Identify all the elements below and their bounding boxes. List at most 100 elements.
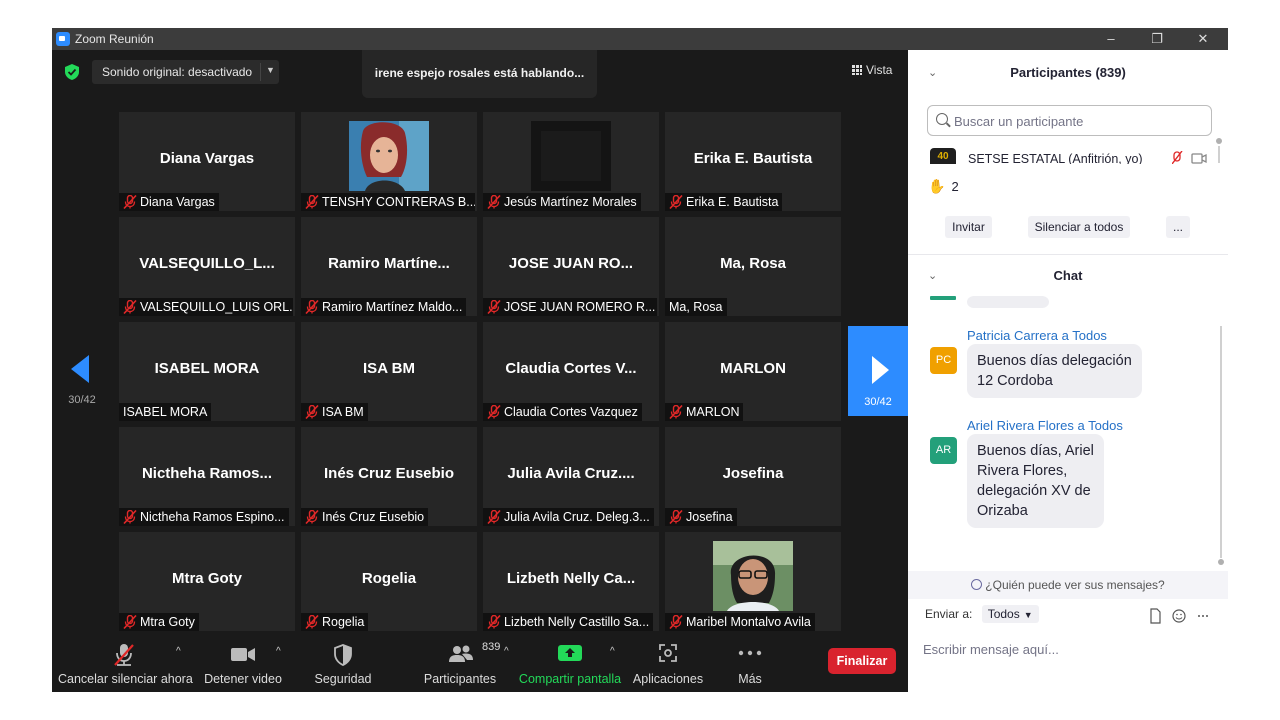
stop-video-button[interactable]: ^ Detener video [202, 636, 284, 692]
search-input[interactable] [954, 111, 1204, 131]
avatar: 40 [930, 148, 956, 164]
participant-display-name: Josefina [722, 465, 784, 482]
zoom-app-icon [56, 32, 70, 46]
view-button[interactable]: Vista [852, 63, 892, 77]
participant-name-label: Lizbeth Nelly Castillo Sa... [504, 615, 650, 629]
participant-tile[interactable]: Lizbeth Nelly Ca... Lizbeth Nelly Castill… [483, 532, 659, 631]
participant-search[interactable] [927, 105, 1212, 136]
message-line: Buenos días delegación [977, 353, 1132, 369]
chevron-down-icon[interactable]: ⌄ [928, 58, 937, 88]
close-button[interactable]: ✕ [1180, 28, 1226, 50]
scrollbar[interactable] [1216, 138, 1222, 163]
participant-tile[interactable]: Mtra Goty Mtra Goty [119, 532, 295, 631]
participant-name-label: ISABEL MORA [123, 405, 208, 419]
participant-name-tag: Jesús Martínez Morales [483, 193, 641, 211]
participant-name-label: Maribel Montalvo Avila [686, 615, 811, 629]
participant-tile[interactable]: Josefina Josefina [665, 427, 841, 526]
participant-name-tag: Lizbeth Nelly Castillo Sa... [483, 613, 654, 631]
grid-view-icon [852, 65, 862, 75]
participant-video-photo [349, 121, 429, 191]
share-screen-button[interactable]: ^ Compartir pantalla [518, 636, 622, 692]
participant-tile[interactable]: Rogelia Rogelia [301, 532, 477, 631]
chevron-up-icon[interactable]: ^ [276, 646, 281, 657]
participant-display-name: ISA BM [363, 360, 415, 377]
original-sound-toggle[interactable]: Sonido original: desactivado ▼ [92, 60, 279, 84]
microphone-muted-icon [487, 510, 501, 524]
participant-name-label: Rogelia [322, 615, 365, 629]
emoji-icon[interactable] [1172, 609, 1186, 623]
participant-display-name: Rogelia [361, 570, 417, 587]
participant-tile[interactable]: MARLON MARLON [665, 322, 841, 421]
chevron-up-icon[interactable]: ^ [504, 646, 509, 657]
participant-tile[interactable]: Maribel Montalvo Avila [665, 532, 841, 631]
participant-tile[interactable]: Claudia Cortes V... Claudia Cortes Vazque… [483, 322, 659, 421]
microphone-muted-icon [487, 615, 501, 629]
participant-tile[interactable]: Inés Cruz Eusebio Inés Cruz Eusebio [301, 427, 477, 526]
participant-tile[interactable]: JOSE JUAN RO... JOSE JUAN ROMERO R... [483, 217, 659, 316]
participant-name-tag: Nictheha Ramos Espino... [119, 508, 289, 526]
participant-tile[interactable]: Ramiro Martíne... Ramiro Martínez Maldo..… [301, 217, 477, 316]
unmute-button[interactable]: ^ Cancelar silenciar ahora [58, 636, 193, 692]
participant-tile[interactable]: VALSEQUILLO_L... VALSEQUILLO_LUIS ORL... [119, 217, 295, 316]
divider [260, 63, 261, 81]
participant-tile[interactable]: Nictheha Ramos... Nictheha Ramos Espino..… [119, 427, 295, 526]
participant-tile[interactable]: ISA BM ISA BM [301, 322, 477, 421]
participant-video-photo [713, 541, 793, 611]
muted-camera-icon [1172, 151, 1207, 164]
participant-tile[interactable]: TENSHY CONTRERAS B... [301, 112, 477, 211]
chat-messages[interactable]: Patricia Carrera a Todos PC Buenos días … [908, 296, 1220, 544]
participant-tile[interactable]: ISABEL MORA ISABEL MORA [119, 322, 295, 421]
encryption-shield-icon[interactable] [65, 64, 79, 80]
participant-name-tag: Josefina [665, 508, 737, 526]
more-dots-icon [738, 650, 762, 656]
maximize-button[interactable]: ❐ [1134, 28, 1180, 50]
participant-name-tag: Rogelia [301, 613, 369, 631]
participant-name-label: ISA BM [322, 405, 364, 419]
unmute-label: Cancelar silenciar ahora [58, 672, 193, 686]
message-visibility-link[interactable]: ¿Quién puede ver sus mensajes? [908, 571, 1228, 599]
apps-icon [659, 644, 677, 662]
microphone-muted-icon [123, 510, 137, 524]
participants-button[interactable]: 839 ^ Participantes [408, 636, 512, 692]
participant-tile[interactable]: Erika E. Bautista Erika E. Bautista [665, 112, 841, 211]
mute-all-button[interactable]: Silenciar a todos [1028, 216, 1130, 238]
participant-name-tag: Erika E. Bautista [665, 193, 783, 211]
more-options-button[interactable]: ... [1166, 216, 1190, 238]
recipient-select[interactable]: Todos ▼ [981, 605, 1039, 623]
participant-name-label: Claudia Cortes Vazquez [504, 405, 638, 419]
microphone-muted-icon [487, 405, 501, 419]
more-button[interactable]: Más [726, 636, 774, 692]
participant-display-name: Inés Cruz Eusebio [323, 465, 455, 482]
participant-tile[interactable]: Diana Vargas Diana Vargas [119, 112, 295, 211]
security-button[interactable]: Seguridad [308, 636, 378, 692]
end-meeting-button[interactable]: Finalizar [828, 648, 896, 674]
more-dots-icon[interactable] [1198, 615, 1208, 617]
chevron-down-icon[interactable]: ⌄ [928, 261, 937, 291]
file-icon[interactable] [1150, 608, 1161, 624]
message-bubble: Buenos días, Ariel Rivera Flores, delega… [967, 434, 1104, 528]
participant-tile[interactable]: Julia Avila Cruz.... Julia Avila Cruz. De… [483, 427, 659, 526]
microphone-muted-icon [305, 405, 319, 419]
next-page-button[interactable]: 30/42 [848, 326, 908, 416]
minimize-button[interactable]: – [1088, 28, 1134, 50]
video-camera-icon [231, 648, 255, 661]
invite-button[interactable]: Invitar [945, 216, 992, 238]
participant-name-label: MARLON [686, 405, 740, 419]
participant-name-label: Diana Vargas [140, 195, 215, 209]
security-label: Seguridad [314, 672, 372, 686]
chat-message-input[interactable] [923, 638, 1213, 660]
message-line: Orizaba [977, 503, 1028, 519]
avatar: AR [930, 437, 957, 464]
participant-row-host[interactable]: 40 SETSE ESTATAL (Anfitrión, yo) [928, 144, 1218, 164]
previous-page-button[interactable]: 30/42 [60, 350, 104, 420]
previous-message-fragment [930, 296, 1049, 308]
participant-tile[interactable]: Ma, Rosa Ma, Rosa [665, 217, 841, 316]
apps-button[interactable]: Aplicaciones [630, 636, 706, 692]
scrollbar[interactable] [1218, 326, 1224, 566]
chevron-up-icon[interactable]: ^ [610, 646, 615, 657]
microphone-muted-icon [487, 195, 501, 209]
participant-tile[interactable]: Jesús Martínez Morales [483, 112, 659, 211]
chevron-up-icon[interactable]: ^ [176, 646, 181, 657]
apps-label: Aplicaciones [632, 672, 704, 686]
chevron-down-icon[interactable]: ▼ [266, 65, 275, 75]
